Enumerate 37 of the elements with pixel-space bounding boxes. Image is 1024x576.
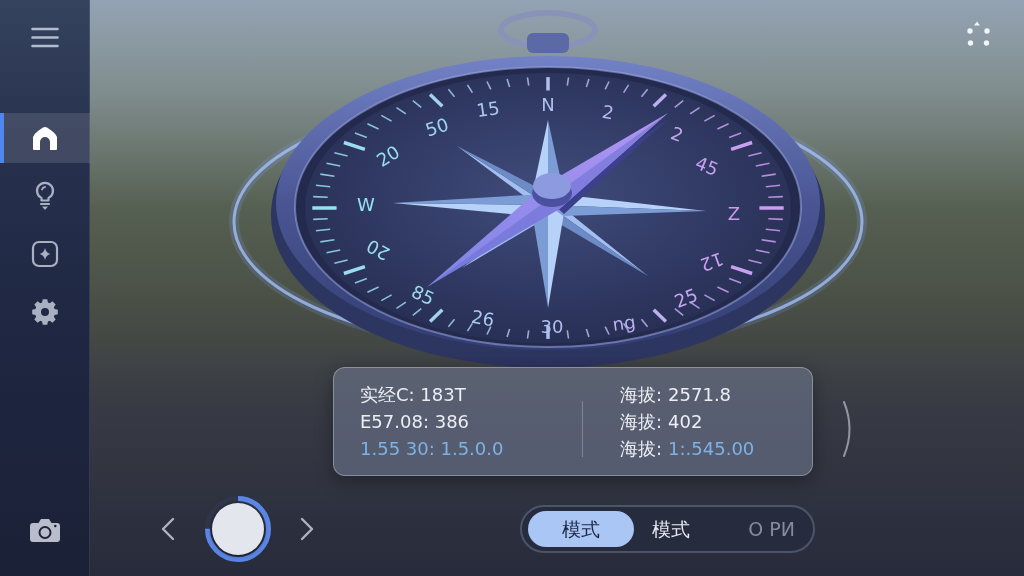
readout-value: 402 xyxy=(668,410,703,434)
readout-label: 海拔: xyxy=(620,437,663,461)
readout-label: 海拔: xyxy=(620,383,663,407)
dial-label: 25 xyxy=(671,283,701,313)
readout-text: E57.08: 386 xyxy=(360,410,471,434)
dial-label: 45 xyxy=(692,151,722,181)
dots-icon[interactable] xyxy=(967,21,990,46)
dial-label: 12 xyxy=(697,248,727,276)
dial-label: 2 xyxy=(668,122,686,146)
camera-icon xyxy=(28,517,61,543)
dial-label: 20 xyxy=(372,141,404,171)
dial-label: 15 xyxy=(475,97,501,121)
home-icon xyxy=(31,124,59,152)
nav-item[interactable] xyxy=(0,113,90,163)
lightbulb-icon xyxy=(33,181,57,211)
glow-arc xyxy=(843,401,851,457)
dial-label: 20 xyxy=(362,235,394,265)
readout-value: 2571.8 xyxy=(668,383,732,407)
dial-label: 50 xyxy=(422,113,452,141)
dial-label: W xyxy=(357,193,375,215)
dial-label: 2 xyxy=(600,100,616,124)
readout-text: 实经C: 183T xyxy=(360,383,467,407)
chevron-left-icon[interactable] xyxy=(161,517,175,541)
mode-option[interactable]: 模式 xyxy=(634,511,708,547)
dial-label: 26 xyxy=(469,305,497,331)
dial-label: N xyxy=(541,93,555,115)
readout-text: 1.55 30: 1.5.0.0 xyxy=(360,437,505,461)
readout-label: 海拔: xyxy=(620,410,663,434)
settings-icon xyxy=(31,298,59,326)
dial-label: 85 xyxy=(408,280,438,310)
menu-icon xyxy=(30,26,59,48)
readout-value: 1:.545.00 xyxy=(668,437,755,461)
dial-label: ng xyxy=(611,311,637,335)
dial-label: Z xyxy=(727,202,741,224)
sparkle-icon xyxy=(31,240,59,268)
chevron-right-icon[interactable] xyxy=(300,517,314,541)
mode-option[interactable]: 模式 xyxy=(528,511,635,547)
